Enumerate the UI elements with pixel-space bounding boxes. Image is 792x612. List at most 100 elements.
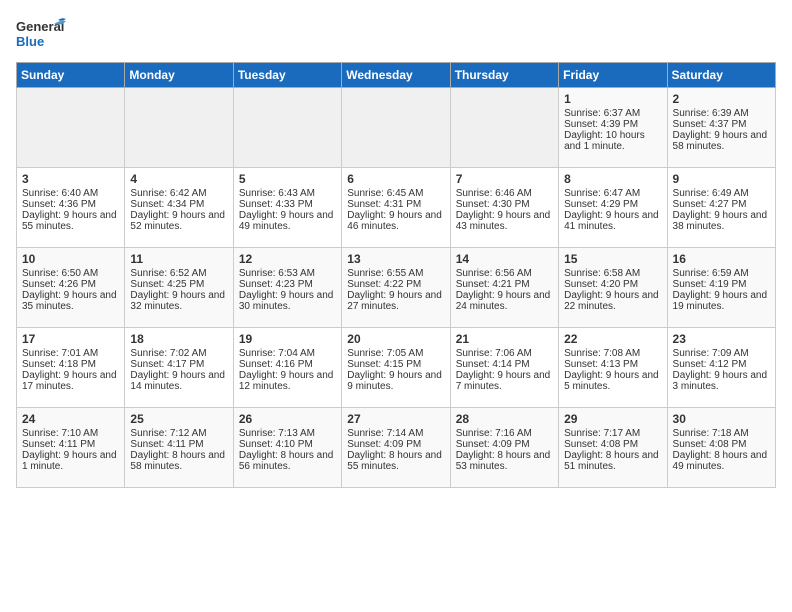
day-info: Sunrise: 6:52 AM xyxy=(130,268,227,279)
day-info: Sunrise: 7:08 AM xyxy=(564,348,661,359)
calendar-cell: 26Sunrise: 7:13 AMSunset: 4:10 PMDayligh… xyxy=(233,408,341,488)
day-info: Sunset: 4:30 PM xyxy=(456,199,553,210)
day-info: Sunrise: 6:39 AM xyxy=(673,108,770,119)
day-number: 4 xyxy=(130,172,227,186)
day-number: 7 xyxy=(456,172,553,186)
logo: General Blue xyxy=(16,16,66,54)
calendar-cell: 10Sunrise: 6:50 AMSunset: 4:26 PMDayligh… xyxy=(17,248,125,328)
calendar-cell: 14Sunrise: 6:56 AMSunset: 4:21 PMDayligh… xyxy=(450,248,558,328)
calendar-cell: 21Sunrise: 7:06 AMSunset: 4:14 PMDayligh… xyxy=(450,328,558,408)
day-number: 26 xyxy=(239,412,336,426)
day-info: Sunset: 4:15 PM xyxy=(347,359,444,370)
day-number: 21 xyxy=(456,332,553,346)
day-info: Sunrise: 6:53 AM xyxy=(239,268,336,279)
day-info: Daylight: 9 hours and 19 minutes. xyxy=(673,290,770,312)
day-number: 10 xyxy=(22,252,119,266)
day-number: 11 xyxy=(130,252,227,266)
day-info: Sunset: 4:14 PM xyxy=(456,359,553,370)
day-info: Daylight: 8 hours and 53 minutes. xyxy=(456,450,553,472)
calendar-cell: 1Sunrise: 6:37 AMSunset: 4:39 PMDaylight… xyxy=(559,88,667,168)
day-info: Sunrise: 6:55 AM xyxy=(347,268,444,279)
day-info: Daylight: 9 hours and 27 minutes. xyxy=(347,290,444,312)
calendar-cell xyxy=(233,88,341,168)
day-info: Sunrise: 7:02 AM xyxy=(130,348,227,359)
header-saturday: Saturday xyxy=(667,63,775,88)
calendar-cell: 4Sunrise: 6:42 AMSunset: 4:34 PMDaylight… xyxy=(125,168,233,248)
calendar-cell: 16Sunrise: 6:59 AMSunset: 4:19 PMDayligh… xyxy=(667,248,775,328)
day-info: Sunset: 4:36 PM xyxy=(22,199,119,210)
day-info: Sunset: 4:16 PM xyxy=(239,359,336,370)
day-info: Sunrise: 7:04 AM xyxy=(239,348,336,359)
day-number: 3 xyxy=(22,172,119,186)
calendar-cell: 13Sunrise: 6:55 AMSunset: 4:22 PMDayligh… xyxy=(342,248,450,328)
day-info: Sunset: 4:09 PM xyxy=(456,439,553,450)
day-info: Sunrise: 6:43 AM xyxy=(239,188,336,199)
calendar-cell: 28Sunrise: 7:16 AMSunset: 4:09 PMDayligh… xyxy=(450,408,558,488)
day-number: 9 xyxy=(673,172,770,186)
calendar-week-4: 24Sunrise: 7:10 AMSunset: 4:11 PMDayligh… xyxy=(17,408,776,488)
day-number: 13 xyxy=(347,252,444,266)
calendar-cell xyxy=(17,88,125,168)
day-info: Sunset: 4:21 PM xyxy=(456,279,553,290)
day-info: Sunrise: 6:47 AM xyxy=(564,188,661,199)
day-number: 25 xyxy=(130,412,227,426)
day-info: Sunset: 4:09 PM xyxy=(347,439,444,450)
header-sunday: Sunday xyxy=(17,63,125,88)
calendar-cell: 19Sunrise: 7:04 AMSunset: 4:16 PMDayligh… xyxy=(233,328,341,408)
calendar-week-3: 17Sunrise: 7:01 AMSunset: 4:18 PMDayligh… xyxy=(17,328,776,408)
day-number: 12 xyxy=(239,252,336,266)
day-info: Sunrise: 6:56 AM xyxy=(456,268,553,279)
day-info: Daylight: 9 hours and 49 minutes. xyxy=(239,210,336,232)
day-info: Sunset: 4:31 PM xyxy=(347,199,444,210)
day-info: Daylight: 9 hours and 14 minutes. xyxy=(130,370,227,392)
day-number: 29 xyxy=(564,412,661,426)
day-info: Daylight: 9 hours and 24 minutes. xyxy=(456,290,553,312)
calendar-week-2: 10Sunrise: 6:50 AMSunset: 4:26 PMDayligh… xyxy=(17,248,776,328)
calendar-cell: 7Sunrise: 6:46 AMSunset: 4:30 PMDaylight… xyxy=(450,168,558,248)
day-info: Daylight: 9 hours and 55 minutes. xyxy=(22,210,119,232)
svg-text:General: General xyxy=(16,19,64,34)
day-info: Sunset: 4:08 PM xyxy=(564,439,661,450)
day-number: 27 xyxy=(347,412,444,426)
day-info: Daylight: 9 hours and 7 minutes. xyxy=(456,370,553,392)
day-info: Sunrise: 7:10 AM xyxy=(22,428,119,439)
day-info: Sunrise: 7:16 AM xyxy=(456,428,553,439)
day-info: Sunrise: 7:18 AM xyxy=(673,428,770,439)
day-info: Sunset: 4:17 PM xyxy=(130,359,227,370)
day-info: Sunset: 4:18 PM xyxy=(22,359,119,370)
day-info: Sunrise: 7:14 AM xyxy=(347,428,444,439)
calendar-cell: 5Sunrise: 6:43 AMSunset: 4:33 PMDaylight… xyxy=(233,168,341,248)
header-monday: Monday xyxy=(125,63,233,88)
day-info: Sunset: 4:08 PM xyxy=(673,439,770,450)
header-tuesday: Tuesday xyxy=(233,63,341,88)
day-info: Sunset: 4:10 PM xyxy=(239,439,336,450)
day-number: 15 xyxy=(564,252,661,266)
day-info: Sunset: 4:23 PM xyxy=(239,279,336,290)
calendar-cell: 9Sunrise: 6:49 AMSunset: 4:27 PMDaylight… xyxy=(667,168,775,248)
day-number: 30 xyxy=(673,412,770,426)
calendar-cell: 24Sunrise: 7:10 AMSunset: 4:11 PMDayligh… xyxy=(17,408,125,488)
day-info: Sunrise: 6:59 AM xyxy=(673,268,770,279)
day-info: Daylight: 8 hours and 51 minutes. xyxy=(564,450,661,472)
svg-text:Blue: Blue xyxy=(16,34,44,49)
calendar-cell: 29 Sunrise: 7:17 AMSunset: 4:08 PMDayligh… xyxy=(559,408,667,488)
day-info: Daylight: 10 hours and 1 minute. xyxy=(564,130,661,152)
day-info: Daylight: 9 hours and 9 minutes. xyxy=(347,370,444,392)
day-number: 18 xyxy=(130,332,227,346)
day-info: Sunset: 4:37 PM xyxy=(673,119,770,130)
day-number: 17 xyxy=(22,332,119,346)
calendar-cell xyxy=(450,88,558,168)
day-info: Sunrise: 7:17 AM xyxy=(564,428,661,439)
calendar-cell: 11Sunrise: 6:52 AMSunset: 4:25 PMDayligh… xyxy=(125,248,233,328)
day-info: Sunrise: 7:13 AM xyxy=(239,428,336,439)
day-info: Sunset: 4:12 PM xyxy=(673,359,770,370)
calendar-header-row: SundayMondayTuesdayWednesdayThursdayFrid… xyxy=(17,63,776,88)
calendar-cell: 23Sunrise: 7:09 AMSunset: 4:12 PMDayligh… xyxy=(667,328,775,408)
day-info: Sunset: 4:27 PM xyxy=(673,199,770,210)
calendar-cell: 2Sunrise: 6:39 AMSunset: 4:37 PMDaylight… xyxy=(667,88,775,168)
calendar-cell: 6Sunrise: 6:45 AMSunset: 4:31 PMDaylight… xyxy=(342,168,450,248)
day-number: 19 xyxy=(239,332,336,346)
day-info: Daylight: 9 hours and 58 minutes. xyxy=(673,130,770,152)
day-number: 16 xyxy=(673,252,770,266)
day-number: 6 xyxy=(347,172,444,186)
